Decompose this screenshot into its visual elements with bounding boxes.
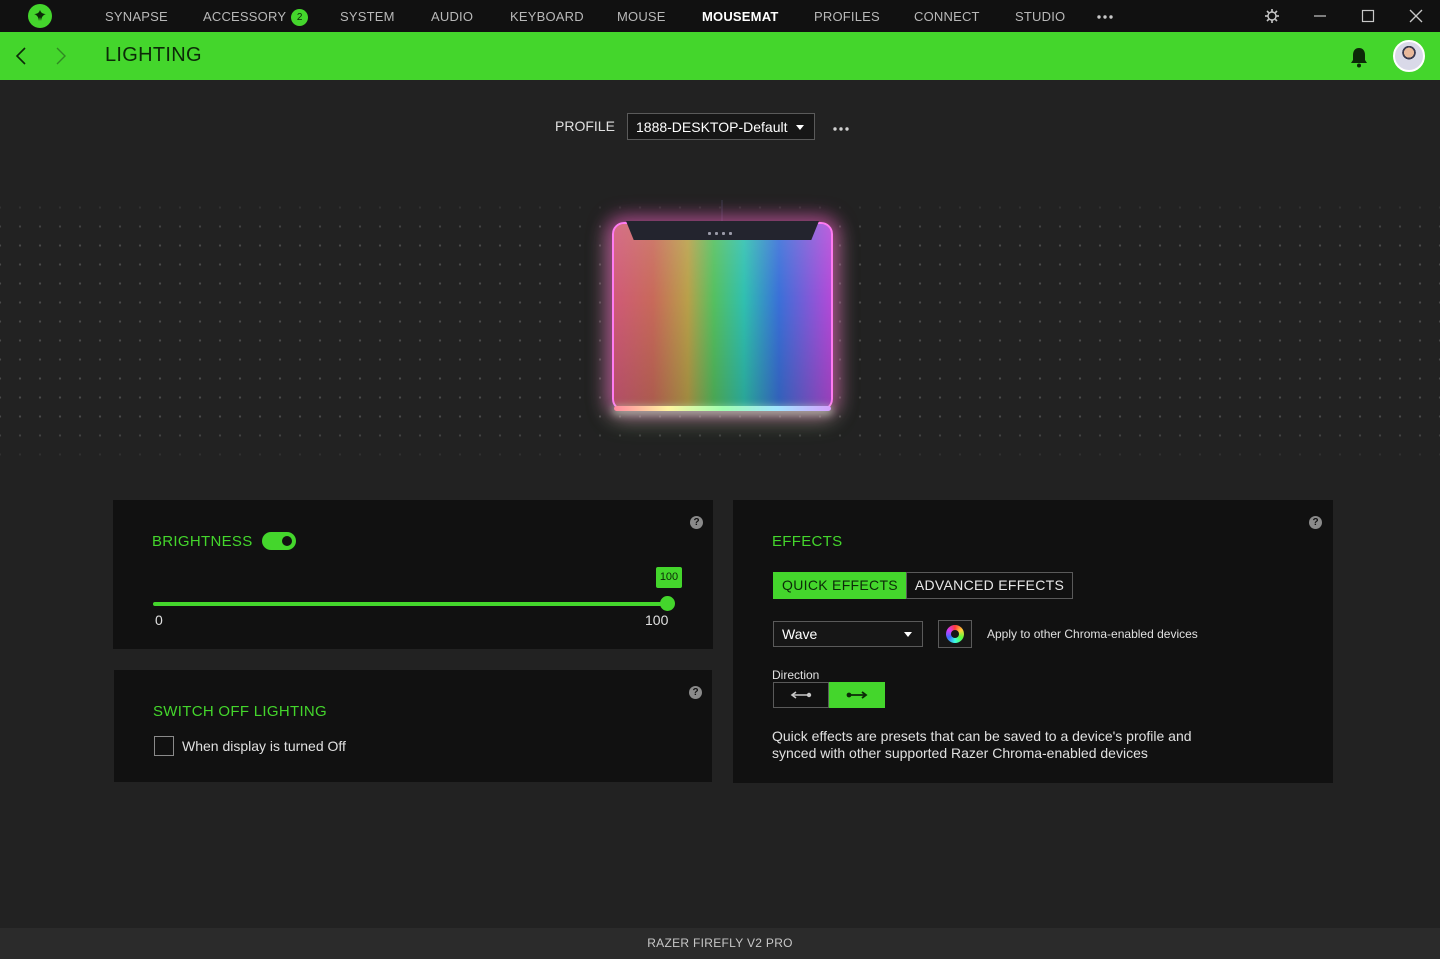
minimize-icon[interactable] xyxy=(1297,0,1343,32)
profile-dropdown-value: 1888-DESKTOP-Default xyxy=(636,119,788,135)
nav-mousemat[interactable]: MOUSEMAT xyxy=(702,0,778,32)
brightness-value-tooltip: 100 xyxy=(656,567,682,588)
tab-quick-effects[interactable]: QUICK EFFECTS xyxy=(773,572,907,599)
brightness-max-label: 100 xyxy=(645,612,669,628)
nav-mouse[interactable]: MOUSE xyxy=(617,0,666,32)
switch-off-title: SWITCH OFF LIGHTING xyxy=(153,703,328,720)
nav-profiles[interactable]: PROFILES xyxy=(814,0,880,32)
chevron-down-icon xyxy=(796,125,804,130)
help-icon[interactable]: ? xyxy=(689,686,702,699)
mousemat-edge-light xyxy=(614,406,831,411)
nav-synapse[interactable]: SYNAPSE xyxy=(105,0,168,32)
page-header: LIGHTING xyxy=(0,32,1440,80)
brightness-title: BRIGHTNESS xyxy=(152,533,253,550)
nav-keyboard[interactable]: KEYBOARD xyxy=(510,0,584,32)
effects-description: Quick effects are presets that can be sa… xyxy=(772,728,1192,761)
arrow-right-icon xyxy=(846,691,868,699)
help-icon[interactable]: ? xyxy=(690,516,703,529)
mousemat-hub xyxy=(626,221,819,240)
chevron-down-icon xyxy=(904,632,912,637)
apply-chroma-label: Apply to other Chroma-enabled devices xyxy=(987,627,1198,641)
chroma-apply-button[interactable] xyxy=(938,620,972,648)
nav-accessory[interactable]: ACCESSORY 2 xyxy=(203,0,309,32)
close-icon[interactable] xyxy=(1393,0,1439,32)
direction-right-button[interactable] xyxy=(829,682,885,708)
effect-dropdown-value: Wave xyxy=(782,626,818,642)
mousemat-hub-logo xyxy=(708,232,736,236)
direction-left-button[interactable] xyxy=(773,682,829,708)
brightness-min-label: 0 xyxy=(155,612,163,628)
arrow-left-icon xyxy=(790,691,812,699)
back-arrow-icon[interactable] xyxy=(12,44,32,68)
brightness-toggle[interactable] xyxy=(262,532,296,550)
razer-logo-icon[interactable] xyxy=(28,4,52,28)
tab-advanced-effects[interactable]: ADVANCED EFFECTS xyxy=(906,572,1073,599)
nav-audio[interactable]: AUDIO xyxy=(431,0,473,32)
gear-icon[interactable] xyxy=(1249,0,1295,32)
nav-studio[interactable]: STUDIO xyxy=(1015,0,1065,32)
brightness-panel xyxy=(113,500,713,649)
notification-badge: 2 xyxy=(291,9,309,26)
toggle-knob xyxy=(280,534,294,548)
avatar[interactable] xyxy=(1393,40,1425,72)
nav-accessory-label: ACCESSORY xyxy=(203,9,287,24)
bell-icon[interactable] xyxy=(1349,46,1369,68)
switch-off-panel xyxy=(114,670,712,782)
effects-title: EFFECTS xyxy=(772,533,843,550)
display-off-label: When display is turned Off xyxy=(182,738,346,754)
mousemat-cable xyxy=(721,200,723,222)
help-icon[interactable]: ? xyxy=(1309,516,1322,529)
brightness-slider-track[interactable] xyxy=(153,602,667,606)
forward-arrow-icon[interactable] xyxy=(50,44,70,68)
nav-connect[interactable]: CONNECT xyxy=(914,0,980,32)
profile-dropdown[interactable]: 1888-DESKTOP-Default xyxy=(627,113,815,140)
direction-label: Direction xyxy=(772,668,820,682)
more-horizontal-icon[interactable] xyxy=(1096,10,1114,22)
profile-label: PROFILE xyxy=(555,118,615,134)
display-off-checkbox[interactable] xyxy=(154,736,174,756)
nav-system[interactable]: SYSTEM xyxy=(340,0,395,32)
page-title: LIGHTING xyxy=(105,44,202,66)
brightness-slider-thumb[interactable] xyxy=(660,596,675,611)
title-bar: SYNAPSE ACCESSORY 2 SYSTEM AUDIO KEYBOARD… xyxy=(0,0,1440,32)
mousemat-preview xyxy=(612,222,833,411)
maximize-icon[interactable] xyxy=(1345,0,1391,32)
chroma-wheel-icon xyxy=(946,625,964,643)
effect-dropdown[interactable]: Wave xyxy=(773,621,923,647)
device-name-footer: RAZER FIREFLY V2 PRO xyxy=(0,928,1440,959)
profile-more-icon[interactable] xyxy=(832,121,850,131)
